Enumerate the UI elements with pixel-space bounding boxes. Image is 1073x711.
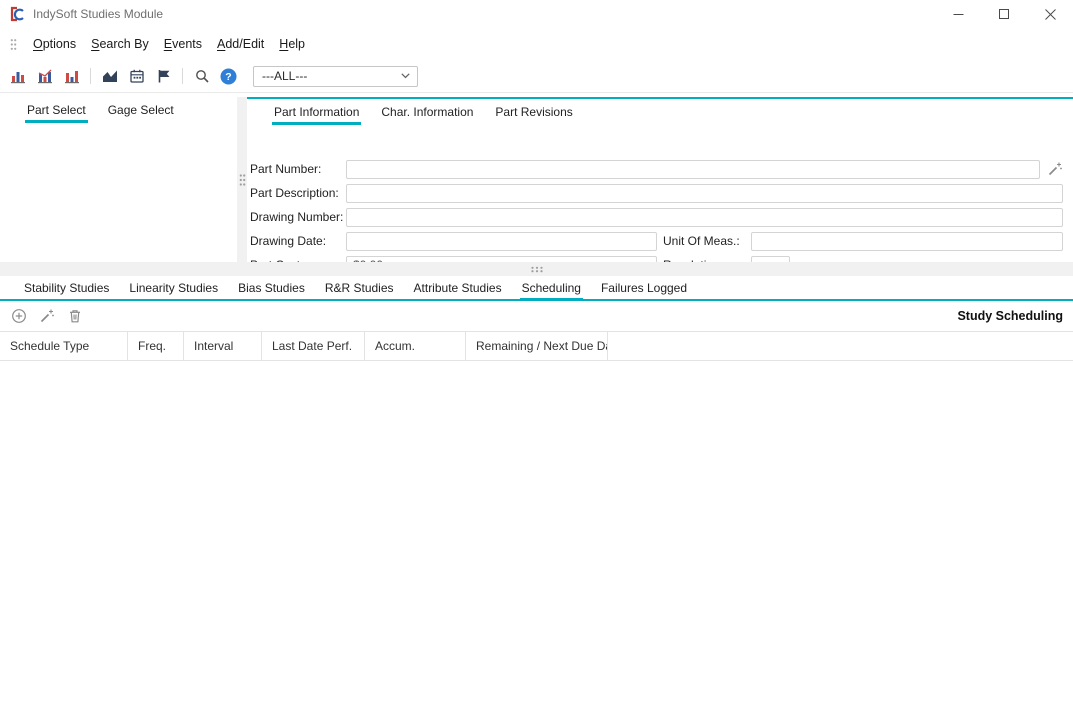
drawing-date-label: Drawing Date: [250,234,346,248]
tab-scheduling[interactable]: Scheduling [512,276,591,299]
menu-grip-icon[interactable] [10,38,17,51]
toolbar-separator [90,68,91,84]
column-header-interval[interactable]: Interval [184,332,262,360]
window-controls [935,0,1073,28]
tab-bias-studies[interactable]: Bias Studies [228,276,315,299]
tab-stability-studies[interactable]: Stability Studies [14,276,119,299]
wand-icon[interactable] [1047,161,1063,177]
svg-text:?: ? [225,71,231,83]
chevron-down-icon [401,73,410,79]
tab-attribute-studies-label: Attribute Studies [414,281,502,295]
splitter-grip-icon [239,173,246,187]
close-button[interactable] [1027,0,1073,28]
section-title: Study Scheduling [957,309,1065,323]
tab-part-select[interactable]: Part Select [16,97,97,123]
column-header-accum[interactable]: Accum. [365,332,466,360]
vertical-splitter[interactable] [237,97,247,262]
menu-events[interactable]: Events [164,37,202,51]
tab-failures-logged-label: Failures Logged [601,281,687,295]
main-toolbar: ? ---ALL--- [0,60,1073,93]
tab-part-information-label: Part Information [274,105,359,119]
tab-char-information-label: Char. Information [381,105,473,119]
bar-chart-icon-1[interactable] [9,68,26,85]
menu-add-edit[interactable]: Add/Edit [217,37,264,51]
tab-part-select-label: Part Select [27,103,86,117]
part-select-list[interactable] [0,123,237,262]
part-select-panel: Part Select Gage Select [0,97,237,262]
tab-stability-studies-label: Stability Studies [24,281,109,295]
tab-scheduling-label: Scheduling [522,281,581,295]
tab-part-information[interactable]: Part Information [263,99,370,125]
part-description-input[interactable] [346,184,1063,203]
tab-failures-logged[interactable]: Failures Logged [591,276,697,299]
menu-search-by[interactable]: Search By [91,37,149,51]
tab-gage-select-label: Gage Select [108,103,174,117]
drawing-date-row: Drawing Date: Unit Of Meas.: [250,231,1065,251]
add-icon[interactable] [10,308,27,325]
tab-char-information[interactable]: Char. Information [370,99,484,125]
app-icon [8,5,26,23]
scheduling-grid-body[interactable] [0,363,1073,711]
tab-part-revisions-label: Part Revisions [495,105,572,119]
part-description-label: Part Description: [250,186,346,200]
toolbar-separator [182,68,183,84]
delete-icon[interactable] [66,308,83,325]
part-info-tabs: Part Information Char. Information Part … [247,99,1073,125]
column-header-last-date-perf[interactable]: Last Date Perf. [262,332,365,360]
tab-part-revisions[interactable]: Part Revisions [484,99,583,125]
part-description-row: Part Description: [250,183,1065,203]
menu-help[interactable]: Help [279,37,305,51]
drawing-number-row: Drawing Number: [250,207,1065,227]
tab-attribute-studies[interactable]: Attribute Studies [404,276,512,299]
minimize-button[interactable] [935,0,981,28]
calendar-icon[interactable] [128,68,145,85]
tab-gage-select[interactable]: Gage Select [97,97,185,123]
help-icon[interactable]: ? [220,68,237,85]
horizontal-splitter[interactable] [0,262,1073,276]
scheduling-grid-header: Schedule Type Freq. Interval Last Date P… [0,331,1073,361]
part-number-label: Part Number: [250,162,346,176]
column-header-remaining-next-due[interactable]: Remaining / Next Due Date [466,332,608,360]
wand-icon[interactable] [38,308,55,325]
tab-bias-studies-label: Bias Studies [238,281,305,295]
filter-dropdown-value: ---ALL--- [262,69,307,83]
unit-of-meas-input[interactable] [751,232,1063,251]
splitter-grip-icon [530,266,544,273]
tab-linearity-studies[interactable]: Linearity Studies [119,276,228,299]
titlebar: IndySoft Studies Module [0,0,1073,28]
column-header-schedule-type[interactable]: Schedule Type [0,332,128,360]
flag-icon[interactable] [155,68,172,85]
maximize-button[interactable] [981,0,1027,28]
drawing-number-input[interactable] [346,208,1063,227]
app-window: { "window": { "title": "IndySoft Studies… [0,0,1073,711]
tab-linearity-studies-label: Linearity Studies [129,281,218,295]
bar-chart-icon-2[interactable] [63,68,80,85]
drawing-date-input[interactable] [346,232,657,251]
menu-options[interactable]: Options [33,37,76,51]
window-title: IndySoft Studies Module [33,7,163,21]
content-area: Part Select Gage Select Part Information… [0,97,1073,711]
drawing-number-label: Drawing Number: [250,210,346,224]
tab-rr-studies-label: R&R Studies [325,281,394,295]
search-icon[interactable] [193,68,210,85]
unit-of-meas-label: Unit Of Meas.: [663,234,751,248]
studies-section: Stability Studies Linearity Studies Bias… [0,276,1073,711]
part-info-panel: Part Information Char. Information Part … [247,97,1073,262]
area-chart-icon[interactable] [101,68,118,85]
part-number-input[interactable] [346,160,1040,179]
column-header-freq[interactable]: Freq. [128,332,184,360]
part-info-form: Part Number: Part Description: Drawing N… [247,125,1073,262]
menu-bar: Options Search By Events Add/Edit Help [0,28,1073,60]
studies-tabs: Stability Studies Linearity Studies Bias… [0,276,1073,301]
bar-chart-trend-icon[interactable] [36,68,53,85]
part-number-row: Part Number: [250,159,1065,179]
scheduling-toolbar: Study Scheduling [0,301,1073,331]
tab-rr-studies[interactable]: R&R Studies [315,276,404,299]
filter-dropdown[interactable]: ---ALL--- [253,66,418,87]
left-panel-tabs: Part Select Gage Select [0,97,237,123]
